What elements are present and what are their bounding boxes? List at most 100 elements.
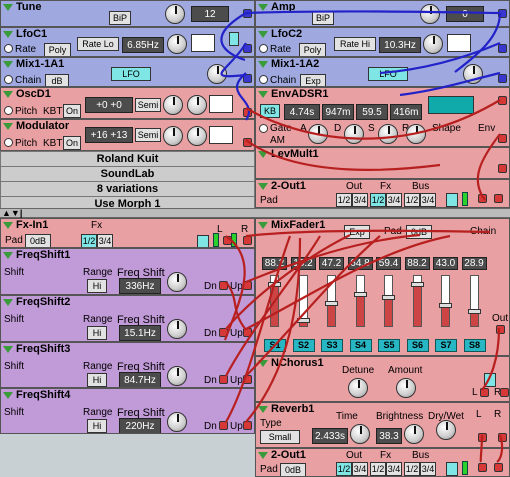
channel-button-8[interactable]: S8 <box>463 339 486 352</box>
poly-button[interactable]: Poly <box>44 43 71 56</box>
output-port[interactable] <box>498 164 507 173</box>
freqshift-display[interactable]: 220Hz <box>119 418 161 433</box>
pitch-display[interactable]: +0 +0 <box>85 97 133 113</box>
kb-button[interactable]: KB <box>260 104 280 118</box>
collapse-icon[interactable] <box>3 122 13 130</box>
sustain-knob[interactable] <box>378 124 398 144</box>
waveform-selector[interactable] <box>209 126 233 144</box>
waveform-selector[interactable] <box>209 95 233 113</box>
fader-6[interactable] <box>410 275 424 327</box>
tune-value[interactable]: 12 <box>191 6 229 22</box>
mixfader1-module[interactable]: MixFader1 Exp Pad 0dB Chain Out 88.2 10.2… <box>255 218 510 356</box>
input-port-r[interactable] <box>494 194 503 203</box>
tune-module[interactable]: Tune BiP 12 <box>0 0 255 27</box>
collapse-icon[interactable] <box>258 451 268 459</box>
envadsr1-module[interactable]: EnvADSR1 KB 4.74s 947m 59.5 416m Gate A … <box>255 87 510 147</box>
output-port[interactable] <box>243 44 252 53</box>
bus-12-button[interactable]: 1/2 <box>404 193 420 207</box>
output-port-r[interactable] <box>498 433 507 442</box>
fader-8[interactable] <box>467 275 481 327</box>
mix1-1a2-module[interactable]: Mix1-1A2 Chain Exp LFO <box>255 57 510 87</box>
range-button[interactable]: Hi <box>87 419 107 433</box>
range-button[interactable]: Hi <box>87 373 107 387</box>
coarse-knob[interactable] <box>163 95 183 115</box>
collapse-icon[interactable] <box>3 251 13 259</box>
level-knob[interactable] <box>463 64 483 84</box>
pitch-display[interactable]: +16 +13 <box>85 127 133 143</box>
poly-button[interactable]: Poly <box>299 43 326 56</box>
pad-button[interactable]: 0dB <box>25 234 51 247</box>
collapse-icon[interactable] <box>258 90 268 98</box>
collapse-down-icon[interactable]: ▼ <box>11 208 20 218</box>
dn-output-port[interactable] <box>219 421 228 430</box>
attack-display[interactable]: 4.74s <box>284 104 320 120</box>
rate-input-port[interactable] <box>259 44 268 53</box>
fader-3[interactable] <box>325 275 338 327</box>
bus-34-button[interactable]: 3/4 <box>420 462 436 476</box>
collapse-icon[interactable] <box>258 150 268 158</box>
up-output-port[interactable] <box>243 375 252 384</box>
output-port[interactable] <box>243 9 252 18</box>
pad-button[interactable]: 0dB <box>280 463 306 476</box>
collapse-icon[interactable] <box>258 221 268 229</box>
fx-34-button[interactable]: 3/4 <box>386 193 402 207</box>
amount-knob[interactable] <box>396 378 416 398</box>
bus-34-button[interactable]: 3/4 <box>420 193 436 207</box>
fx-34-button[interactable]: 3/4 <box>386 462 402 476</box>
range-button[interactable]: Hi <box>87 279 107 293</box>
fader-value-2[interactable]: 10.2 <box>290 257 316 270</box>
out-12-button[interactable]: 1/2 <box>336 193 352 207</box>
unit-button[interactable]: Exp <box>300 74 326 86</box>
fader-4[interactable] <box>353 275 367 327</box>
type-select[interactable]: Small <box>260 430 300 444</box>
amp-knob[interactable] <box>420 4 440 24</box>
fine-knob[interactable] <box>187 95 207 115</box>
waveform-selector[interactable] <box>447 34 471 52</box>
freqshift1-module[interactable]: FreqShift1 Shift Range Hi Freq Shift 336… <box>0 248 255 295</box>
fx-12-button[interactable]: 1/2 <box>81 234 97 247</box>
attack-knob[interactable] <box>308 124 328 144</box>
freqshift4-module[interactable]: FreqShift4 Shift Range Hi Freq Shift 220… <box>0 388 255 434</box>
fader-handle[interactable] <box>382 295 395 301</box>
fader-value-4[interactable]: 64.8 <box>347 257 373 270</box>
channel-button-4[interactable]: S4 <box>349 339 372 352</box>
collapse-icon[interactable] <box>3 391 13 399</box>
rate-input-port[interactable] <box>4 44 13 53</box>
output-port[interactable] <box>498 44 507 53</box>
channel-button-5[interactable]: S5 <box>378 339 400 352</box>
output-port[interactable] <box>243 74 252 83</box>
gate-input-port[interactable] <box>259 124 268 133</box>
mix1-1a1-module[interactable]: Mix1-1A1 Chain dB LFO <box>0 57 255 87</box>
decay-knob[interactable] <box>344 124 364 144</box>
output-port-l[interactable] <box>480 388 489 397</box>
fader-handle[interactable] <box>467 309 481 315</box>
fine-knob[interactable] <box>187 126 207 146</box>
2-out1-bottom-module[interactable]: 2-Out1 Pad 0dB Out Fx Bus 1/2 3/4 1/2 3/… <box>255 448 510 477</box>
chain-input-port[interactable] <box>259 75 268 84</box>
freqshift-display[interactable]: 15.1Hz <box>119 325 161 341</box>
dn-output-port[interactable] <box>219 281 228 290</box>
tune-knob[interactable] <box>165 4 185 24</box>
fader-2[interactable] <box>296 275 310 327</box>
dn-output-port[interactable] <box>219 328 228 337</box>
channel-button-1[interactable]: S1 <box>264 339 286 352</box>
freqshift-knob[interactable] <box>167 366 187 386</box>
output-port-r[interactable] <box>500 388 509 397</box>
fx-12-button[interactable]: 1/2 <box>370 193 386 207</box>
output-port[interactable] <box>498 74 507 83</box>
collapse-icon[interactable] <box>258 3 268 11</box>
freqshift2-module[interactable]: FreqShift2 Shift Range Hi Freq Shift 15.… <box>0 295 255 342</box>
fader-value-7[interactable]: 43.0 <box>433 257 458 270</box>
rate-knob[interactable] <box>423 34 443 54</box>
bus-12-button[interactable]: 1/2 <box>404 462 420 476</box>
bip-button[interactable]: BiP <box>109 11 131 25</box>
collapse-icon[interactable] <box>258 182 268 190</box>
output-port-l[interactable] <box>478 433 487 442</box>
lfoc1-module[interactable]: LfoC1 Rate Poly Rate Lo 6.85Hz <box>0 27 255 57</box>
collapse-icon[interactable] <box>258 359 268 367</box>
up-output-port[interactable] <box>243 328 252 337</box>
reset-button[interactable] <box>229 32 239 46</box>
channel-button-3[interactable]: S3 <box>321 339 343 352</box>
collapse-icon[interactable] <box>3 298 13 306</box>
rate-knob[interactable] <box>167 34 187 54</box>
